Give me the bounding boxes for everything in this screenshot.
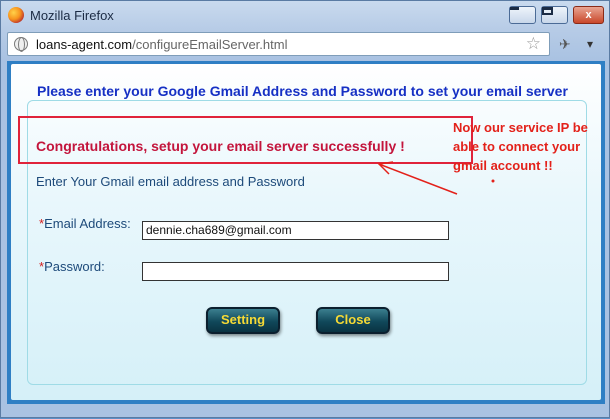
annotation-dot	[491, 179, 495, 183]
browser-window: Mozilla Firefox x loans-agent.com/config…	[0, 0, 610, 418]
arrow-line	[378, 163, 458, 195]
annotation-note: Now our service IP be able to connect yo…	[453, 120, 588, 173]
annotation-arrow	[377, 161, 495, 195]
